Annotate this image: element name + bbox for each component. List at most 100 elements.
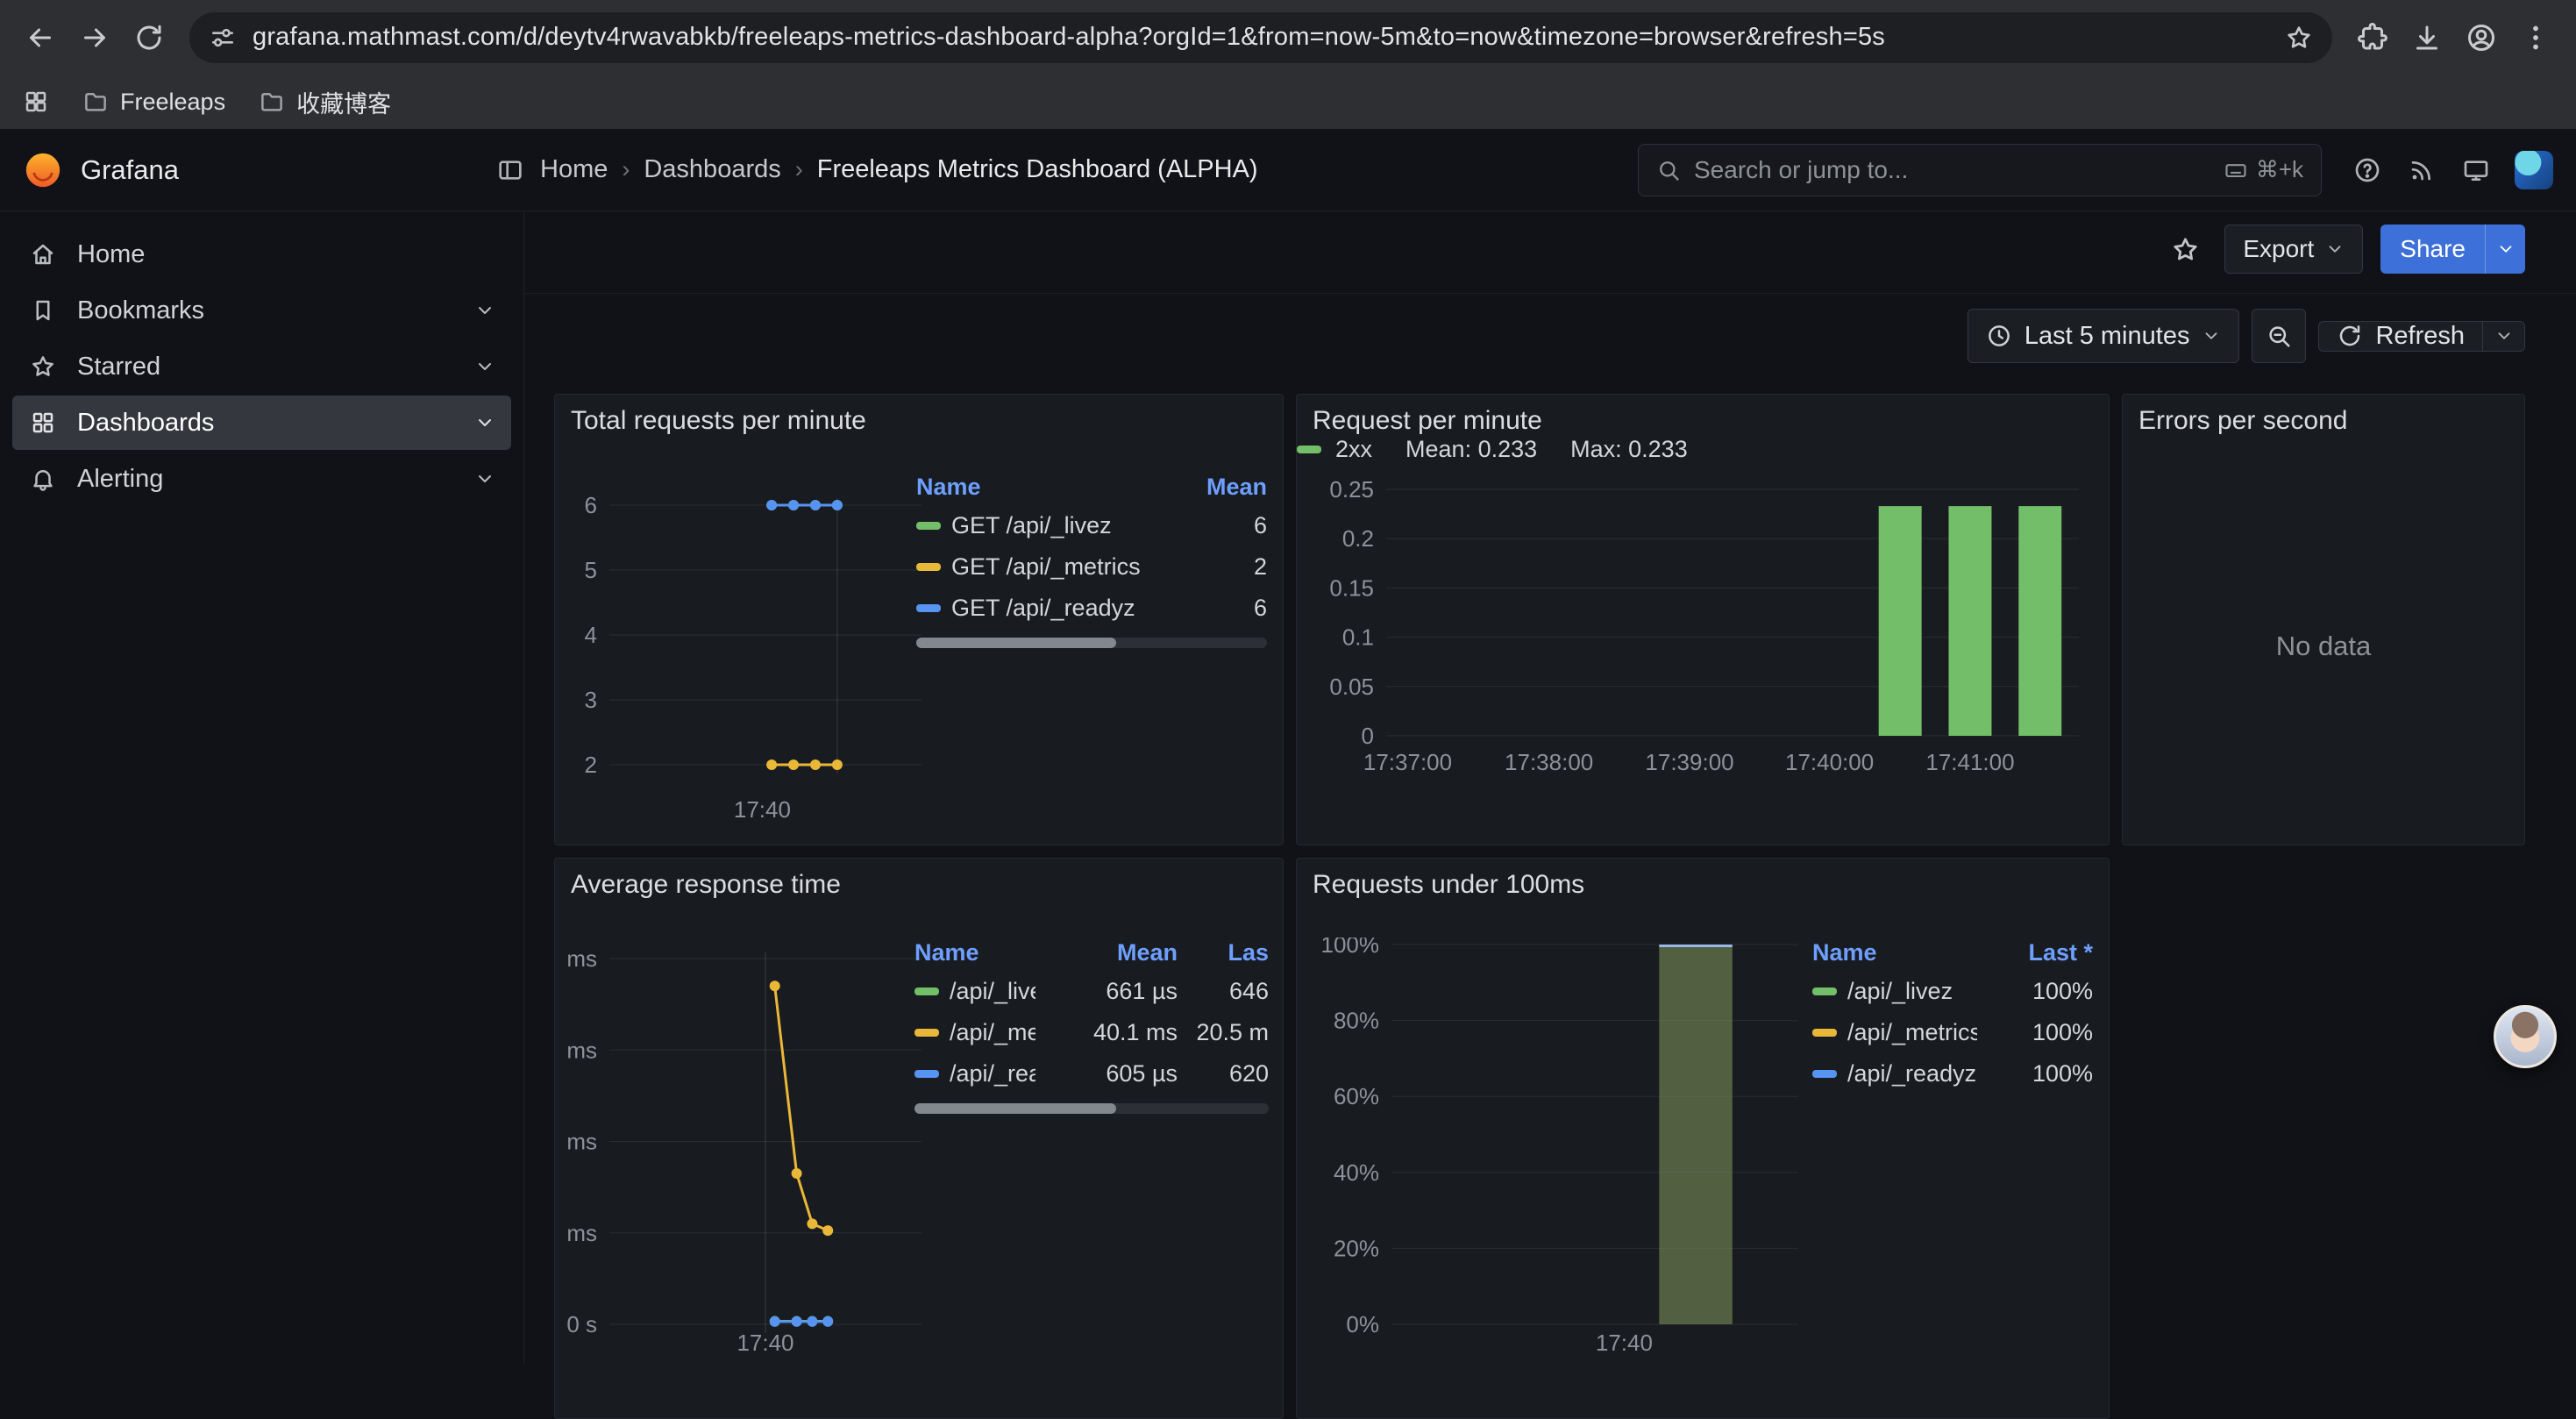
- bookmark-folder-blogs[interactable]: 收藏博客: [259, 85, 391, 119]
- svg-text:20 ms: 20 ms: [564, 1220, 597, 1246]
- series-mean: 661 µs: [1046, 978, 1178, 1005]
- avg-response-time-chart[interactable]: 80 ms60 ms40 ms20 ms0 s17:40: [564, 946, 932, 1372]
- display-button[interactable]: [2453, 147, 2499, 193]
- legend-row: /api/_readyz 605 µs 620: [914, 1053, 1269, 1095]
- search-input[interactable]: Search or jump to... ⌘+k: [1638, 144, 2322, 196]
- url-bar[interactable]: grafana.mathmast.com/d/deytv4rwavabkb/fr…: [189, 12, 2332, 63]
- legend-header: Name Mean Las: [914, 934, 1269, 971]
- legend-col-last[interactable]: Las: [1188, 939, 1269, 966]
- legend-col-mean[interactable]: Mean: [1046, 939, 1178, 966]
- legend-scrollbar[interactable]: [916, 638, 1267, 648]
- svg-text:17:40: 17:40: [734, 796, 791, 823]
- series-name[interactable]: /api/_readyz: [1847, 1060, 1977, 1087]
- arrow-right-icon: [79, 22, 110, 53]
- series-name[interactable]: /api/_livez: [950, 978, 1035, 1005]
- svg-text:60 ms: 60 ms: [564, 1037, 597, 1063]
- scrollbar-thumb[interactable]: [914, 1103, 1116, 1114]
- bookmark-star-icon[interactable]: [2285, 24, 2313, 52]
- chevron-down-icon[interactable]: [474, 468, 495, 489]
- legend-row: /api/_metrics 40.1 ms 20.5 m: [914, 1012, 1269, 1053]
- panel-title[interactable]: Requests under 100ms: [1297, 859, 2109, 900]
- browser-toolbar: grafana.mathmast.com/d/deytv4rwavabkb/fr…: [0, 0, 2576, 75]
- sidebar-item-dashboards[interactable]: Dashboards: [12, 396, 511, 450]
- apps-grid-icon[interactable]: [23, 89, 49, 115]
- svg-text:80%: 80%: [1334, 1008, 1379, 1034]
- svg-text:0.1: 0.1: [1342, 624, 1374, 651]
- legend-table: Name Mean GET /api/_livez 6 GET /api/_me…: [916, 468, 1267, 648]
- series-color-chip: [1812, 1070, 1837, 1078]
- person-circle-icon: [2466, 22, 2497, 53]
- panel-requests-under-100ms: Requests under 100ms 100%80%60%40%20%0%1…: [1296, 858, 2110, 1419]
- sidebar-item-starred[interactable]: Starred: [12, 339, 511, 394]
- series-color-chip: [916, 522, 941, 530]
- dots-vertical-icon: [2520, 22, 2551, 53]
- breadcrumb-home[interactable]: Home: [540, 155, 608, 184]
- series-name[interactable]: /api/_readyz: [950, 1060, 1035, 1087]
- series-name[interactable]: /api/_metrics: [1847, 1019, 1977, 1046]
- sidebar-item-label: Dashboards: [77, 409, 214, 438]
- legend-row: /api/_livez 661 µs 646: [914, 971, 1269, 1012]
- panel-title[interactable]: Average response time: [555, 859, 1283, 900]
- panel-grid: Total requests per minute 6543217:40 Nam…: [524, 212, 2576, 1363]
- series-name[interactable]: GET /api/_readyz: [951, 595, 1176, 622]
- back-button[interactable]: [16, 13, 65, 62]
- series-name[interactable]: /api/_metrics: [950, 1019, 1035, 1046]
- url-text[interactable]: grafana.mathmast.com/d/deytv4rwavabkb/fr…: [253, 23, 2269, 52]
- series-color-chip: [914, 1070, 939, 1078]
- keyboard-icon: [2224, 158, 2248, 182]
- series-name[interactable]: GET /api/_livez: [951, 512, 1176, 539]
- sidebar-item-alerting[interactable]: Alerting: [12, 452, 511, 506]
- svg-text:17:39:00: 17:39:00: [1645, 749, 1733, 775]
- bookmark-folder-freeleaps[interactable]: Freeleaps: [82, 89, 225, 116]
- legend-col-last[interactable]: Last *: [1988, 939, 2093, 966]
- floating-assistant-avatar[interactable]: [2494, 1005, 2557, 1068]
- downloads-button[interactable]: [2402, 13, 2451, 62]
- panel-avg-response-time: Average response time 80 ms60 ms40 ms20 …: [554, 858, 1284, 1419]
- site-settings-icon[interactable]: [209, 24, 237, 52]
- sidebar-item-home[interactable]: Home: [12, 227, 511, 282]
- request-per-minute-chart[interactable]: 0.250.20.150.10.05017:37:0017:38:0017:39…: [1311, 474, 2096, 798]
- svg-text:0 s: 0 s: [566, 1311, 597, 1337]
- svg-text:3: 3: [585, 687, 597, 713]
- user-avatar[interactable]: [2515, 151, 2553, 189]
- legend-scrollbar[interactable]: [914, 1103, 1269, 1114]
- legend-col-name[interactable]: Name: [1812, 939, 1977, 966]
- help-button[interactable]: [2345, 147, 2390, 193]
- panel-title[interactable]: Request per minute: [1297, 395, 2109, 436]
- series-last: 100%: [1988, 1060, 2093, 1087]
- breadcrumb-current: Freeleaps Metrics Dashboard (ALPHA): [817, 155, 1258, 184]
- news-button[interactable]: [2399, 147, 2444, 193]
- home-icon: [30, 241, 56, 267]
- series-name[interactable]: GET /api/_metrics: [951, 553, 1176, 581]
- legend-col-mean[interactable]: Mean: [1186, 474, 1267, 501]
- legend-col-name[interactable]: Name: [916, 474, 1176, 501]
- search-shortcut: ⌘+k: [2224, 156, 2303, 183]
- panel-title[interactable]: Errors per second: [2123, 395, 2524, 436]
- browser-menu-button[interactable]: [2511, 13, 2560, 62]
- extensions-button[interactable]: [2348, 13, 2397, 62]
- legend-col-name[interactable]: Name: [914, 939, 1035, 966]
- series-name[interactable]: /api/_livez: [1847, 978, 1977, 1005]
- series-name[interactable]: 2xx: [1335, 436, 1372, 463]
- svg-text:60%: 60%: [1334, 1083, 1379, 1109]
- total-requests-chart[interactable]: 6543217:40: [564, 491, 932, 842]
- svg-text:4: 4: [585, 622, 597, 648]
- chevron-down-icon[interactable]: [474, 300, 495, 321]
- breadcrumb-dashboards[interactable]: Dashboards: [644, 155, 780, 184]
- folder-icon: [82, 89, 109, 115]
- scrollbar-thumb[interactable]: [916, 638, 1116, 648]
- panel-total-requests: Total requests per minute 6543217:40 Nam…: [554, 394, 1284, 845]
- panel-title[interactable]: Total requests per minute: [555, 395, 1283, 436]
- series-last: 620: [1188, 1060, 1269, 1087]
- grafana-logo[interactable]: [23, 150, 63, 190]
- profile-button[interactable]: [2457, 13, 2506, 62]
- reload-button[interactable]: [125, 13, 174, 62]
- requests-under-100ms-chart[interactable]: 100%80%60%40%20%0%17:40: [1311, 938, 1819, 1376]
- forward-button[interactable]: [70, 13, 119, 62]
- toggle-sidebar-button[interactable]: [496, 156, 524, 184]
- svg-text:0.15: 0.15: [1329, 574, 1374, 601]
- chevron-down-icon[interactable]: [474, 412, 495, 433]
- svg-text:17:40: 17:40: [737, 1330, 793, 1356]
- chevron-down-icon[interactable]: [474, 356, 495, 377]
- sidebar-item-bookmarks[interactable]: Bookmarks: [12, 283, 511, 338]
